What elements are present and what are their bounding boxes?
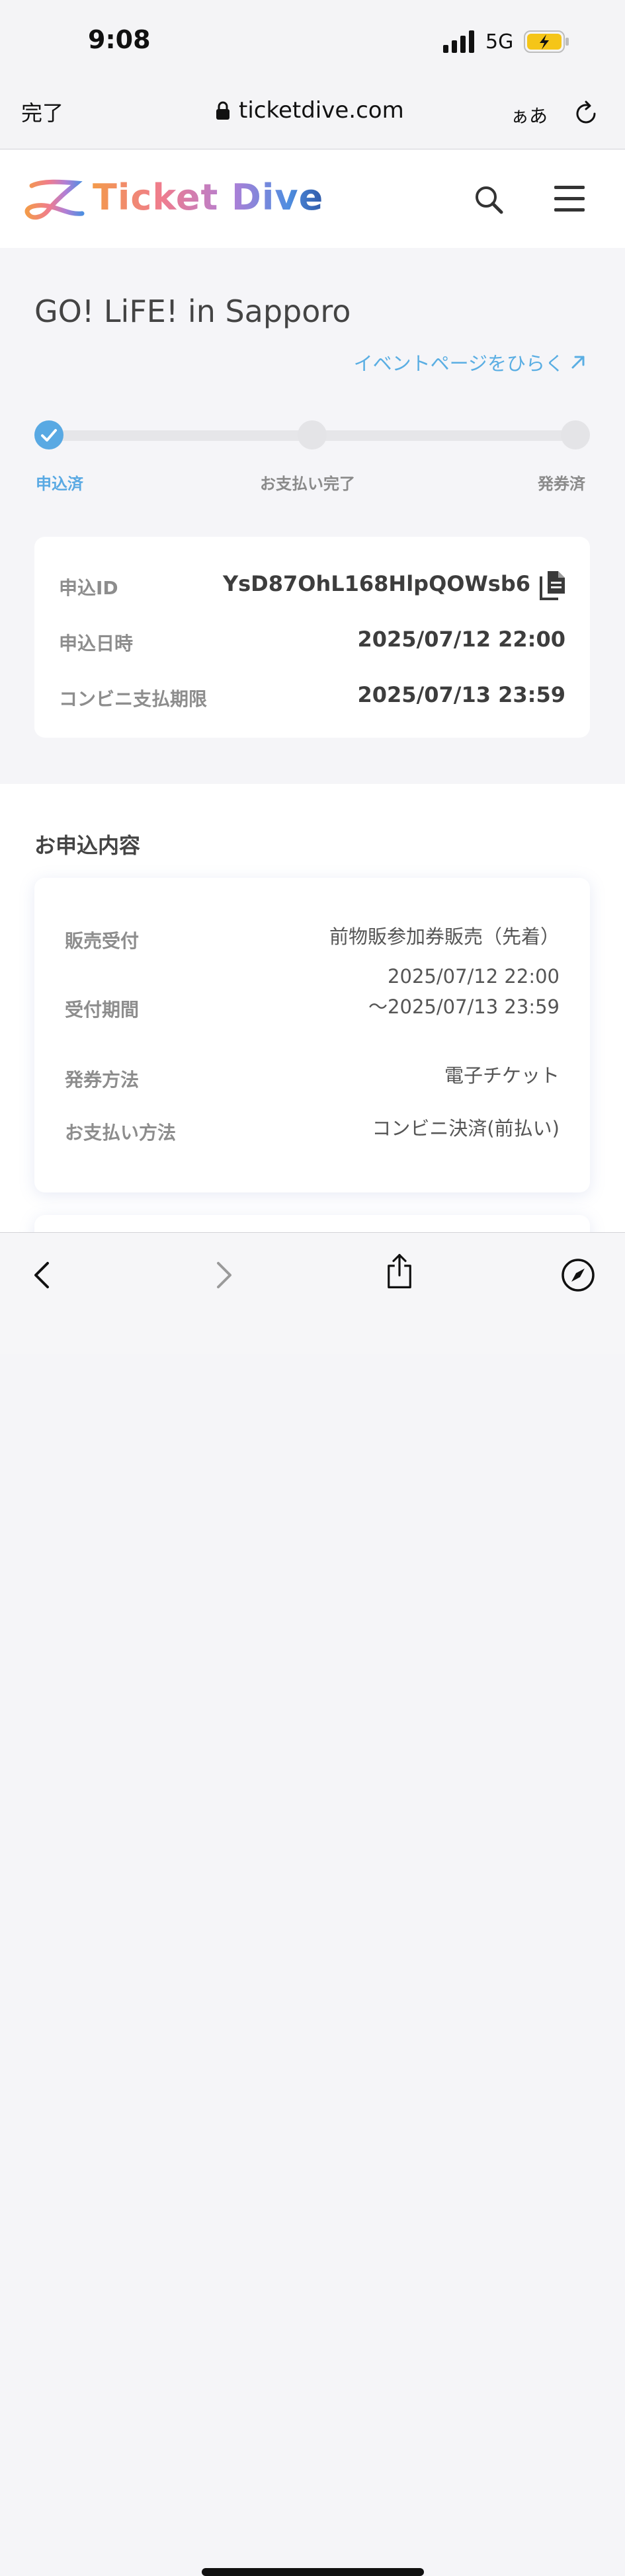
reception-period-start: 2025/07/12 22:00 [388,965,560,988]
reception-period-end: 〜2025/07/13 23:59 [368,995,560,1018]
step-dot-paid [298,420,327,449]
url-text: ticketdive.com [239,97,404,124]
payment-deadline-row: コンビニ支払期限 2025/07/13 23:59 [34,677,590,717]
site-header: Ticket Dive [0,150,625,248]
back-arrow-icon[interactable] [24,1257,61,1294]
copy-icon[interactable] [538,570,566,600]
status-time: 9:08 [88,25,151,54]
search-icon[interactable] [472,183,505,216]
browser-toolbar [0,1232,625,2576]
step-label-issued: 発券済 [538,475,585,493]
application-id-row: 申込ID YsD87OhL168HlpQOWsb6 [34,566,590,605]
reception-period-label: 受付期間 [65,999,140,1021]
step-label-paid: お支払い完了 [260,475,355,493]
application-details-card: 販売受付 前物販参加券販売（先着） 受付期間 2025/07/12 22:00 … [34,878,590,1192]
step-dot-applied [34,420,63,449]
event-title: GO! LiFE! in Sapporo [34,293,351,329]
text-size-button[interactable]: ぁあ [511,102,548,128]
network-label: 5G [485,30,514,54]
payment-deadline-label: コンビニ支払期限 [59,688,208,710]
reload-icon[interactable] [573,100,599,127]
details-section-title: お申込内容 [34,833,141,858]
share-icon[interactable] [381,1253,418,1290]
compass-icon[interactable] [560,1257,597,1294]
sales-reception-label: 販売受付 [65,930,140,952]
application-date-value: 2025/07/12 22:00 [357,627,566,652]
done-button[interactable]: 完了 [21,97,63,127]
step-label-applied: 申込済 [36,475,83,493]
lock-icon [216,101,229,120]
battery-charging-icon [524,30,569,53]
payment-deadline-value: 2025/07/13 23:59 [357,682,566,707]
application-date-label: 申込日時 [59,633,134,654]
step-dot-issued [561,420,590,449]
hamburger-menu-icon[interactable] [553,183,586,215]
sales-reception-value: 前物販参加券販売（先着） [329,925,560,948]
site-logo-text[interactable]: Ticket Dive [93,176,323,218]
issue-method-value: 電子チケット [444,1064,560,1087]
url-field[interactable]: ticketdive.com [215,95,404,126]
payment-method-label: お支払い方法 [65,1122,177,1144]
application-id-value: YsD87OhL168HlpQOWsb6 [222,571,530,596]
payment-method-value: コンビニ決済(前払い) [372,1117,560,1140]
signal-icon [443,30,474,53]
status-bar: 9:08 5G [0,0,625,83]
reception-period-value: 2025/07/12 22:00 〜2025/07/13 23:59 [368,961,560,1022]
home-indicator [202,2568,424,2576]
check-icon [41,429,57,442]
event-page-link-label: イベントページをひらく [353,352,564,375]
forward-arrow-icon[interactable] [205,1257,242,1294]
address-bar: 完了 ticketdive.com ぁあ [0,83,625,149]
event-page-link[interactable]: イベントページをひらく [354,348,587,376]
ticketdive-logo-icon[interactable] [22,176,85,223]
external-link-arrow-icon [571,356,585,369]
issue-method-label: 発券方法 [65,1069,140,1091]
application-date-row: 申込日時 2025/07/12 22:00 [34,621,590,661]
application-info-card: 申込ID YsD87OhL168HlpQOWsb6 申込日時 2025/07/1… [34,537,590,738]
application-id-label: 申込ID [59,577,118,599]
